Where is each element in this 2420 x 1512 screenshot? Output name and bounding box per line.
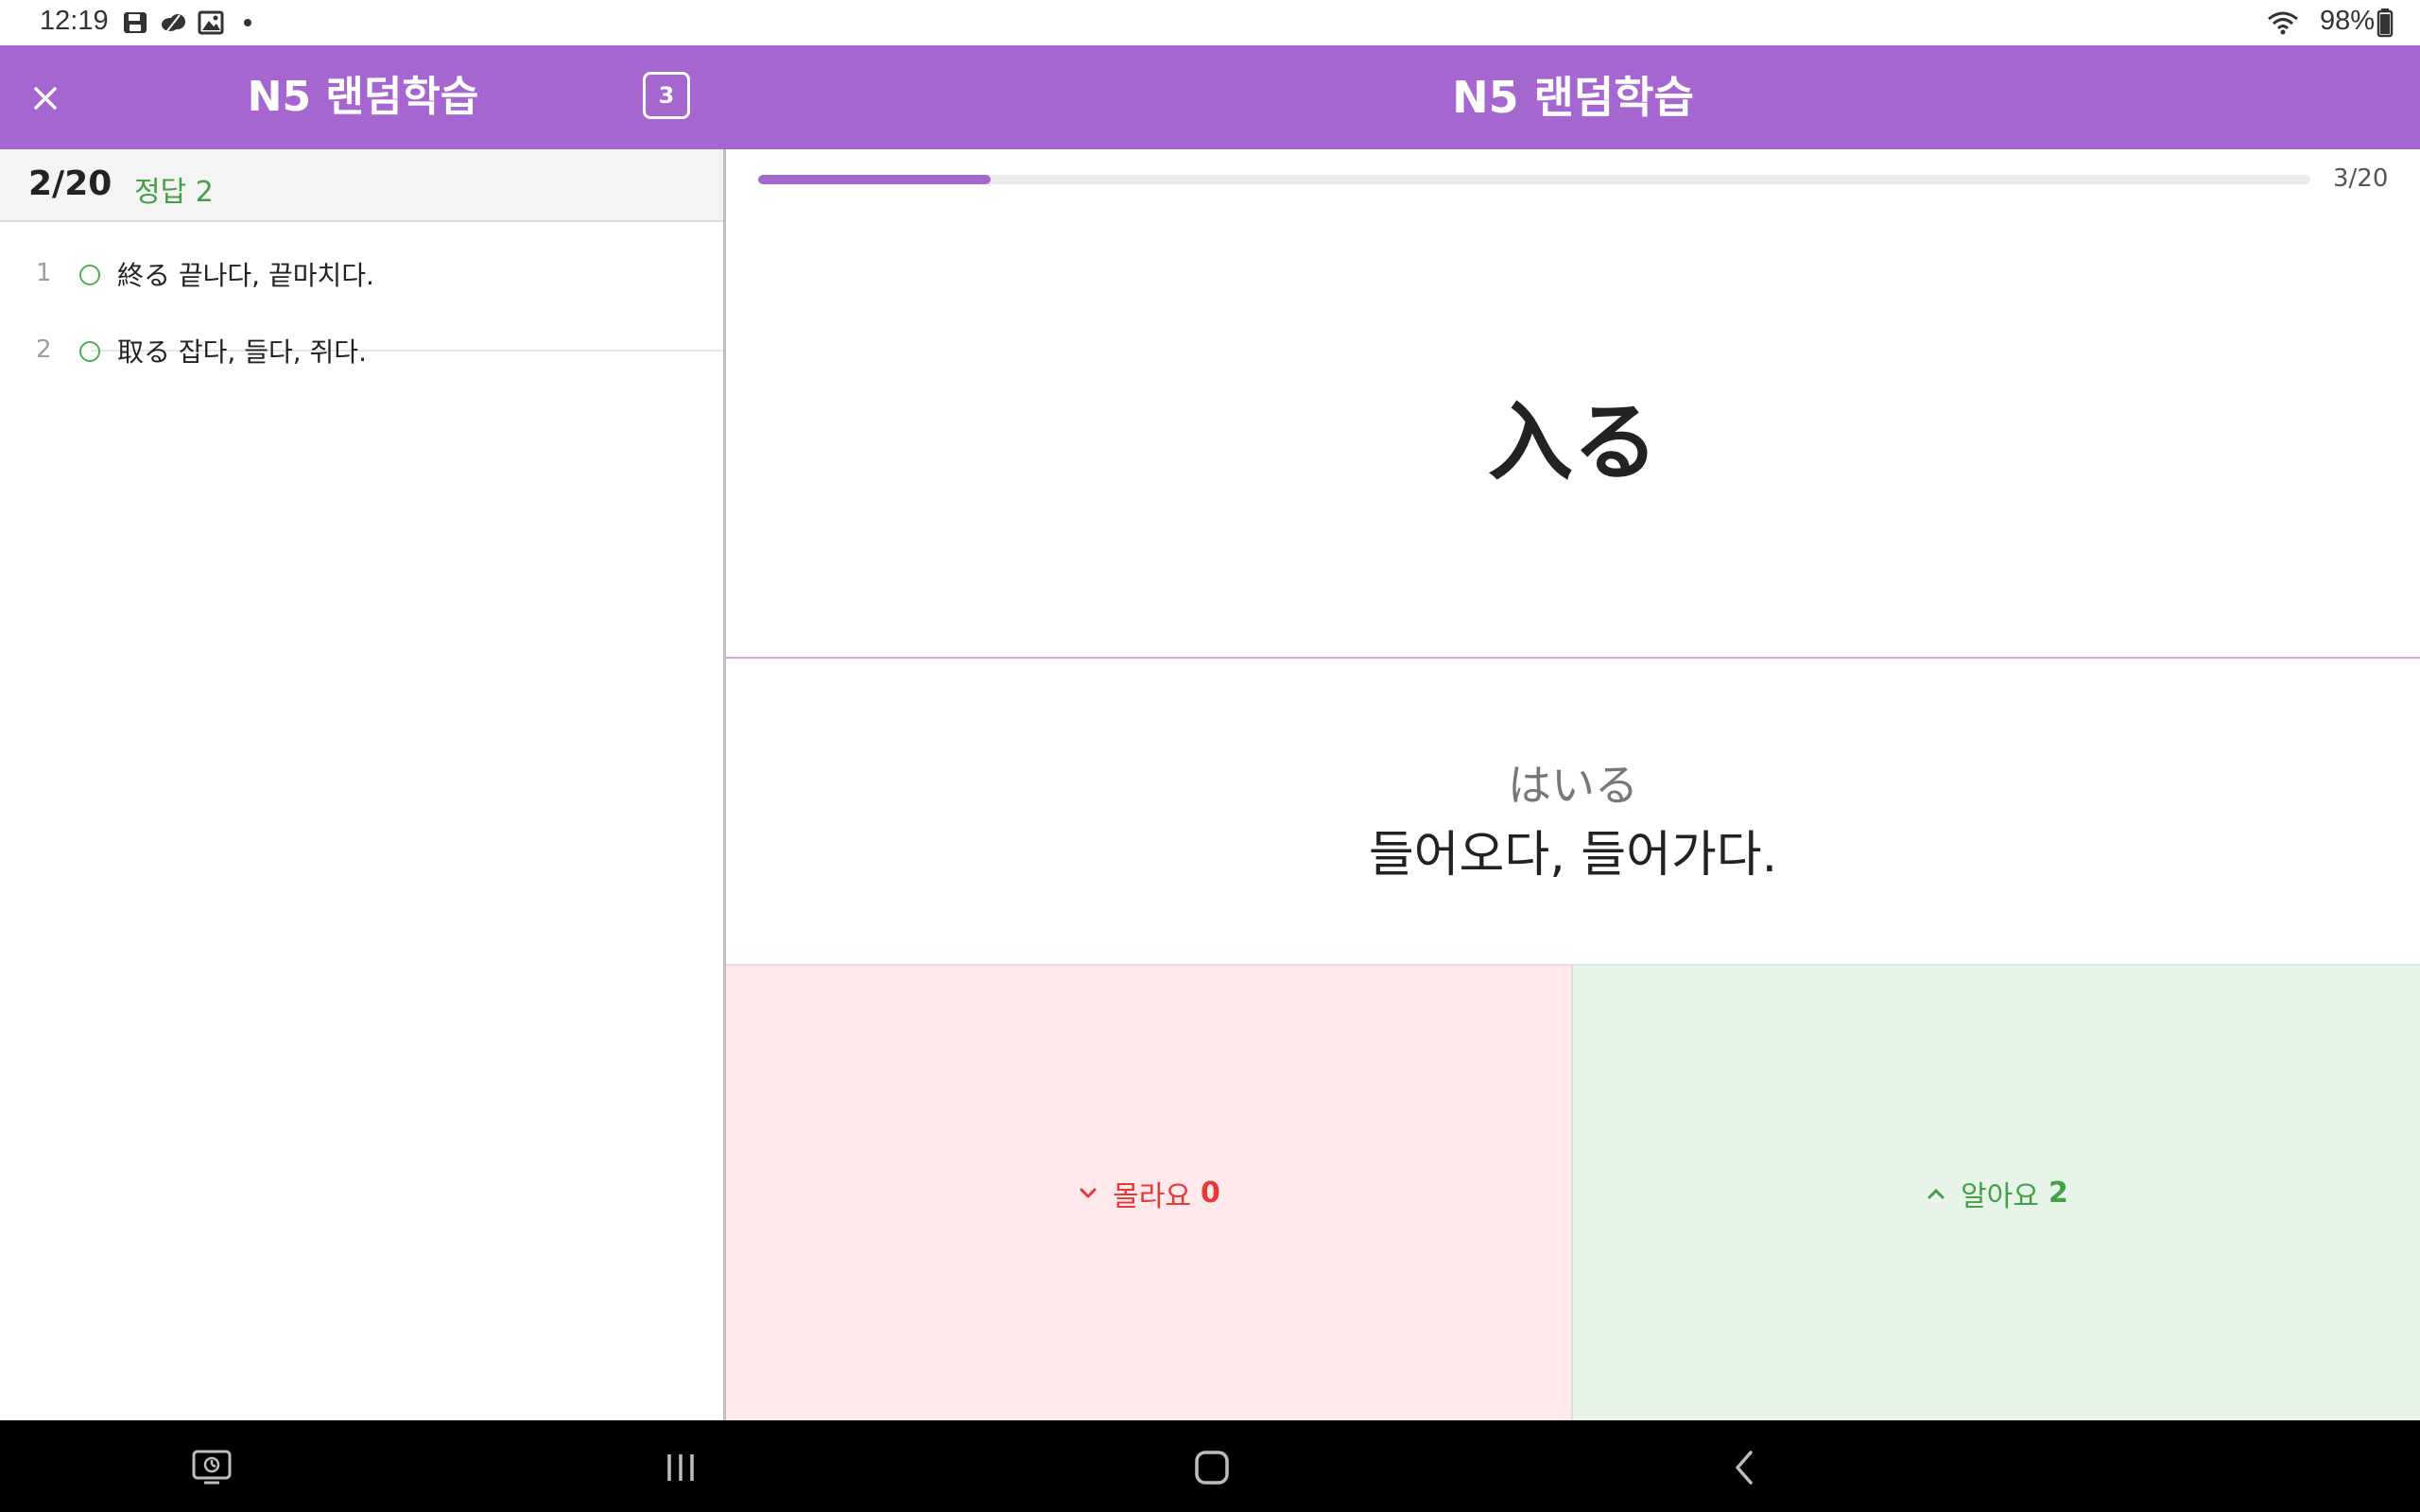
dont-know-count: 0 [1200, 1177, 1220, 1210]
progress-label: 3/20 [2333, 164, 2389, 193]
summary-correct: 정답 2 [134, 176, 214, 209]
flashcard-reading: はいる [1508, 760, 1638, 811]
progress-fill [758, 175, 992, 184]
know-count: 2 [2048, 1177, 2068, 1210]
dont-know-label: 몰라요 [1113, 1179, 1191, 1213]
correct-circle-icon [79, 265, 100, 285]
navigation-bar [0, 1420, 2420, 1512]
status-time: 12:19 [40, 6, 109, 36]
know-button[interactable]: 알아요 2 [1573, 964, 2420, 1420]
flashcard-word: 入る [1488, 393, 1658, 492]
left-panel: N5 랜덤학습 3 2/20 정답 2 1 終る 끝나다, 끝마치다. 2 取る… [0, 45, 726, 1420]
image-icon [198, 10, 224, 35]
battery-icon [2377, 9, 2394, 38]
know-label: 알아요 [1961, 1179, 2039, 1213]
progress-bar [758, 175, 2310, 184]
save-icon [124, 12, 147, 33]
list-item-text: 取る 잡다, 들다, 쥐다. [117, 336, 367, 368]
list-item-number: 1 [36, 259, 52, 287]
list-item-text: 終る 끝나다, 끝마치다. [117, 260, 374, 291]
chevron-down-icon [1080, 1188, 1097, 1197]
flashcard-meaning: 들어오다, 들어가다. [1368, 827, 1778, 884]
card-divider [726, 657, 2420, 659]
progress-summary: 2/20 정답 2 [0, 149, 723, 222]
back-icon[interactable] [1730, 1449, 1758, 1486]
right-title: N5 랜덤학습 [1452, 72, 1694, 123]
status-bar: 12:19 98% [0, 0, 2420, 45]
battery-percent: 98% [2319, 6, 2375, 36]
summary-count: 2/20 [28, 164, 112, 203]
dont-know-button[interactable]: 몰라요 0 [726, 964, 1573, 1420]
left-title: N5 랜덤학습 [247, 73, 479, 121]
recent-apps-icon[interactable] [662, 1451, 700, 1485]
count-badge[interactable]: 3 [643, 72, 690, 119]
wifi-icon [2268, 11, 2298, 35]
list-item-number: 2 [36, 335, 52, 364]
left-header: N5 랜덤학습 3 [0, 45, 726, 149]
home-icon[interactable] [1193, 1449, 1231, 1486]
dot-icon [244, 19, 251, 26]
list-item[interactable]: 2 取る 잡다, 들다, 쥐다. [0, 313, 723, 388]
right-header: N5 랜덤학습 [726, 45, 2420, 149]
chevron-up-icon [1927, 1189, 1945, 1198]
correct-circle-icon [79, 341, 100, 362]
screen-recent-icon[interactable] [191, 1449, 233, 1486]
list-item[interactable]: 1 終る 끝나다, 끝마치다. [0, 236, 723, 312]
cloud-icon [162, 14, 185, 33]
